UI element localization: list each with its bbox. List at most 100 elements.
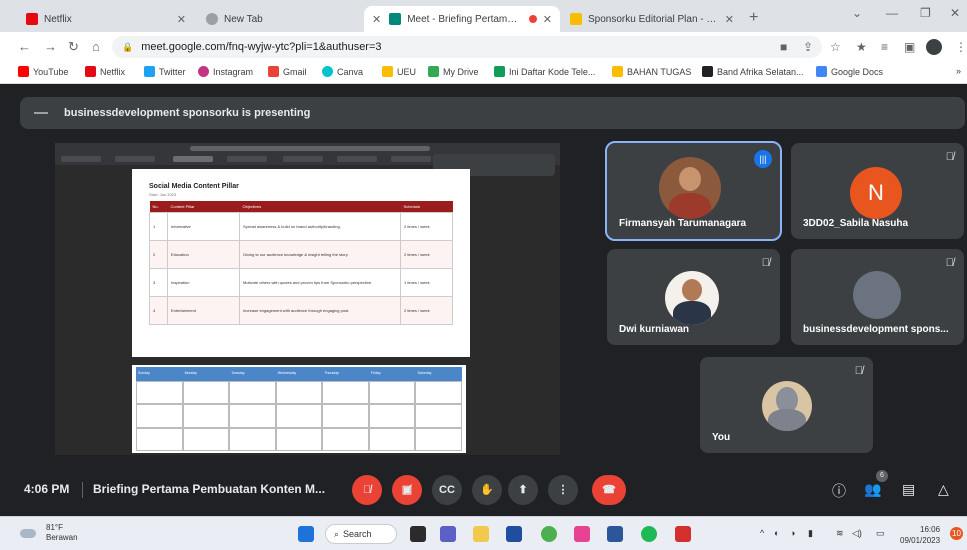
taskbar-search[interactable]: ⌕ Search [325, 524, 397, 544]
close-tab-icon[interactable]: ✕ [372, 13, 381, 26]
profile-avatar[interactable] [926, 39, 942, 55]
word-icon[interactable] [607, 526, 623, 542]
bookmark-bahan-tugas[interactable]: BAHAN TUGAS [612, 66, 691, 77]
more-bookmarks-icon[interactable]: » [956, 66, 961, 76]
store-icon[interactable] [506, 526, 522, 542]
bookmark-my-drive[interactable]: My Drive [428, 66, 479, 77]
avatar: N [850, 167, 902, 219]
participant-tile-firmansyah[interactable]: ||| Firmansyah Tarumanagara [605, 141, 782, 241]
address-bar[interactable]: 🔒 meet.google.com/fnq-wyjw-ytc?pli=1&aut… [112, 36, 822, 58]
app-icon[interactable] [574, 526, 590, 542]
volume-icon[interactable]: ◁) [852, 528, 862, 539]
reload-icon[interactable]: ↻ [68, 39, 79, 55]
participant-tile-you[interactable]: 🎙̸ You [700, 357, 873, 453]
spotify-icon[interactable] [641, 526, 657, 542]
close-tab-icon[interactable]: ✕ [725, 13, 734, 26]
bookmark-kode-tele[interactable]: Ini Daftar Kode Tele... [494, 66, 595, 77]
file-explorer-icon[interactable] [473, 526, 489, 542]
side-panel-icon[interactable]: ▣ [904, 40, 915, 54]
drive-favicon-icon [570, 13, 582, 25]
captions-button[interactable]: CC [432, 475, 462, 505]
camera-icon[interactable]: ■ [780, 40, 787, 54]
teams-icon[interactable] [440, 526, 456, 542]
participant-tile-businessdevelopment[interactable]: 🎙̸ businessdevelopment spons... [791, 249, 964, 345]
close-tab-icon[interactable]: ✕ [177, 13, 186, 26]
bookmark-label: Canva [337, 66, 364, 77]
tray-app-icon[interactable]: ◐ [774, 528, 779, 538]
bookmark-instagram[interactable]: Instagram [198, 66, 253, 77]
sheets-icon [494, 66, 505, 77]
day-header: Sunday [138, 371, 150, 375]
bookmark-youtube[interactable]: YouTube [18, 66, 68, 77]
chrome-icon[interactable] [541, 526, 557, 542]
acrobat-icon[interactable] [675, 526, 691, 542]
table-row: 3 Inspiration Motivate others with quote… [149, 268, 453, 297]
tab-search-icon[interactable]: ⌄ [852, 6, 862, 20]
bookmark-label: Band Afrika Selatan... [717, 66, 804, 77]
tab-sponsorku-plan[interactable]: Sponsorku Editorial Plan - Janua ✕ [562, 6, 742, 32]
activities-icon[interactable]: △ [938, 481, 949, 498]
bookmark-twitter[interactable]: Twitter [144, 66, 186, 77]
table-cell: Increase engagement with audience throug… [239, 296, 401, 325]
netflix-icon [85, 66, 96, 77]
task-view-icon[interactable] [410, 526, 426, 542]
home-icon[interactable]: ⌂ [92, 39, 100, 54]
more-options-button[interactable]: ⋮ [548, 475, 578, 505]
bookmark-ueu[interactable]: UEU [382, 66, 416, 77]
table-row: 2 Education Giving to our audience knowl… [149, 240, 453, 269]
avatar [853, 271, 901, 319]
shared-tab [61, 156, 101, 162]
system-clock[interactable]: 16:06 09/01/2023 [900, 524, 940, 546]
media-icon[interactable]: ≡ [881, 40, 888, 54]
extension-icon[interactable]: ★ [856, 40, 867, 54]
tray-app-icon[interactable]: ▮ [808, 528, 813, 539]
table-cell: Entertainment [167, 296, 240, 325]
forward-icon[interactable]: → [44, 39, 57, 54]
windows-start-icon[interactable] [298, 526, 314, 542]
menu-icon[interactable]: ⋮ [955, 40, 967, 54]
notification-badge[interactable]: 10 [950, 527, 963, 540]
show-hidden-icons[interactable]: ^ [760, 528, 764, 538]
meeting-info-icon[interactable]: ⓘ [832, 481, 846, 501]
presenting-banner: businessdevelopment sponsorku is present… [20, 97, 965, 129]
bookmark-gmail[interactable]: Gmail [268, 66, 307, 77]
bookmark-google-docs[interactable]: Google Docs [816, 66, 883, 77]
microphone-toggle-button[interactable]: 🎙̸ [352, 475, 382, 505]
twitter-icon [144, 66, 155, 77]
tab-new-tab[interactable]: New Tab [198, 6, 374, 32]
calendar-cell [229, 381, 276, 405]
participant-tile-sabila[interactable]: N 🎙̸ 3DD02_Sabila Nasuha [791, 143, 964, 239]
new-tab-button[interactable]: + [749, 9, 758, 27]
bookmarks-bar: YouTube Netflix Twitter Instagram Gmail … [0, 62, 967, 84]
battery-icon[interactable]: ▭ [876, 528, 885, 539]
calendar-cell [322, 381, 369, 405]
bookmark-netflix[interactable]: Netflix [85, 66, 125, 77]
leave-call-button[interactable]: ☎ [592, 475, 626, 505]
share-icon[interactable]: ⇪ [803, 40, 813, 54]
back-icon[interactable]: ← [18, 39, 31, 54]
chat-icon[interactable]: ▤ [902, 481, 915, 498]
bookmark-canva[interactable]: Canva [322, 66, 363, 77]
minimize-presentation-icon[interactable] [34, 112, 48, 114]
bookmark-star-icon[interactable]: ☆ [830, 40, 841, 54]
gmail-icon [268, 66, 279, 77]
bookmark-band-afrika[interactable]: Band Afrika Selatan... [702, 66, 804, 77]
calendar-cell [415, 404, 462, 428]
weather-widget[interactable]: 81°F Berawan [20, 523, 78, 543]
raise-hand-button[interactable]: ✋ [472, 475, 502, 505]
wifi-icon[interactable]: ≋ [836, 528, 844, 539]
minimize-icon[interactable]: — [886, 6, 898, 20]
tab-netflix[interactable]: Netflix ✕ [18, 6, 194, 32]
tray-app-icon[interactable]: ◑ [790, 528, 795, 538]
recording-indicator-icon [528, 15, 537, 23]
close-tab-icon[interactable]: ✕ [543, 13, 552, 26]
close-window-icon[interactable]: ✕ [950, 6, 960, 20]
camera-toggle-button[interactable]: ▣̸ [392, 475, 422, 505]
participant-count-badge: 6 [876, 470, 888, 482]
present-button[interactable]: ⬆ [508, 475, 538, 505]
participant-tile-dwi[interactable]: 🎙̸ Dwi kurniawan [607, 249, 780, 345]
shared-tab [337, 156, 377, 162]
people-icon[interactable]: 👥 [864, 481, 881, 498]
restore-icon[interactable]: ❐ [920, 6, 931, 20]
tab-meet[interactable]: ✕ Meet - Briefing Pertama Pem ✕ [364, 6, 560, 32]
